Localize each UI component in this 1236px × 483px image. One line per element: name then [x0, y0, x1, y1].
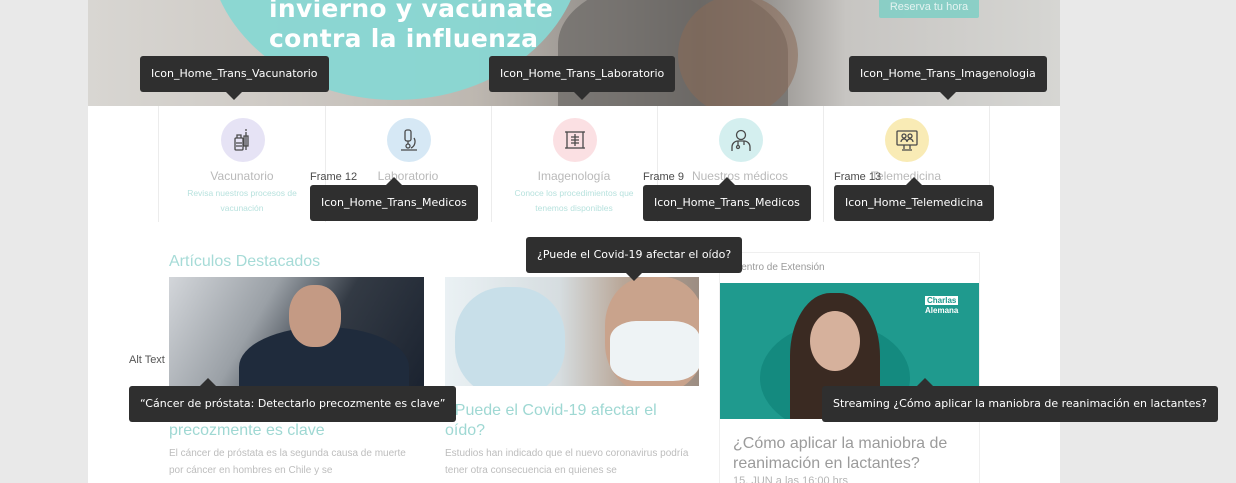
photo-detail: [455, 287, 565, 386]
article-image-covid[interactable]: [445, 277, 699, 386]
service-vacunatorio[interactable]: Vacunatorio Revisa nuestros procesos de …: [158, 106, 326, 222]
tooltip-telemedicina: Icon_Home_Telemedicina: [834, 177, 995, 221]
reserve-button[interactable]: Reserva tu hora: [879, 0, 979, 18]
card-date: 15, JUN a las 16:00 hrs: [733, 475, 848, 483]
frame-label: Frame 9: [643, 171, 684, 183]
tooltip-medicos: Icon_Home_Trans_Medicos: [310, 177, 478, 221]
articles-heading: Artículos Destacados: [169, 253, 321, 270]
tooltip-vacunatorio: Icon_Home_Trans_Vacunatorio: [140, 56, 329, 100]
card-category: Centro de Extensión: [734, 262, 825, 273]
article-title-cancer[interactable]: precozmente es clave: [169, 421, 419, 441]
tooltip-covid: ¿Puede el Covid-19 afectar el oído?: [526, 237, 743, 281]
article-excerpt-cancer: El cáncer de próstata es la segunda caus…: [169, 448, 406, 476]
article-title-covid[interactable]: ¿Puede el Covid-19 afectar el oído?: [445, 401, 670, 441]
extension-card[interactable]: Centro de Extensión Charlas Alemana ¿Cóm…: [719, 252, 980, 483]
article-excerpt-covid: Estudios han indicado que el nuevo coron…: [445, 448, 689, 476]
xray-icon: [553, 118, 597, 162]
service-imagenologia[interactable]: Imagenología Conoce los procedimientos q…: [491, 106, 658, 222]
charlas-alemana-logo: Charlas Alemana: [925, 296, 959, 315]
banner-detail: [810, 311, 860, 371]
alt-text-label: Alt Text: [129, 354, 165, 366]
monitor-doctors-icon: [885, 118, 929, 162]
service-desc: Revisa nuestros procesos de vacunación: [187, 188, 297, 213]
frame-label: Frame 13: [834, 171, 882, 183]
tooltip-cancer: “Cáncer de próstata: Detectarlo precozme…: [129, 378, 457, 422]
tooltip-medicos: Icon_Home_Trans_Medicos: [643, 177, 811, 221]
tooltip-laboratorio: Icon_Home_Trans_Laboratorio: [489, 56, 676, 100]
logo-line1: Charlas: [925, 296, 959, 305]
doctor-icon: [719, 118, 763, 162]
hero-title: invierno y vacúnate contra la influenza: [269, 0, 553, 54]
syringe-vial-icon: [221, 118, 265, 162]
hero-title-line2: contra la influenza: [269, 24, 539, 53]
tooltip-imagenologia: Icon_Home_Trans_Imagenologia: [849, 56, 1047, 100]
photo-detail: [610, 321, 699, 381]
frame-label: Frame 12: [310, 171, 358, 183]
service-name: Imagenología: [537, 169, 611, 183]
microscope-icon: [387, 118, 431, 162]
photo-detail: [289, 285, 341, 347]
tooltip-streaming: Streaming ¿Cómo aplicar la maniobra de r…: [822, 378, 1218, 422]
hero-title-line1: invierno y vacúnate: [269, 0, 554, 23]
card-title[interactable]: ¿Cómo aplicar la maniobra de reanimación…: [733, 434, 969, 474]
service-name: Vacunatorio: [210, 169, 274, 183]
hero-photo-detail: [678, 0, 798, 106]
service-desc: Conoce los procedimientos que tenemos di…: [514, 188, 634, 213]
logo-line2: Alemana: [925, 306, 959, 315]
